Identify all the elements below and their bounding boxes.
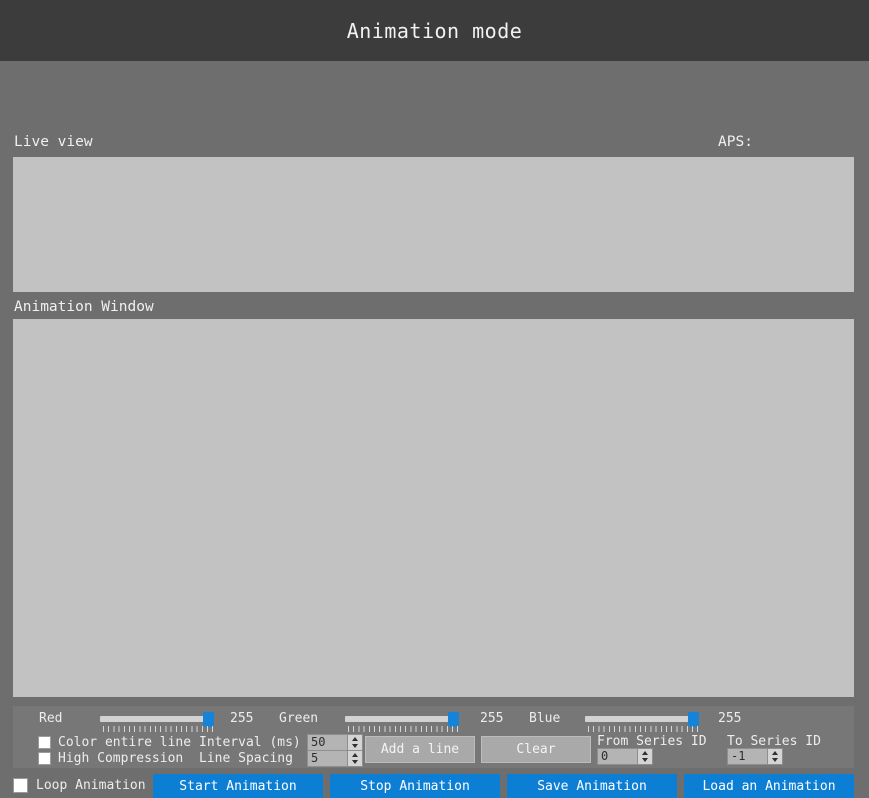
stepper-down-icon[interactable] <box>768 757 782 765</box>
red-slider-handle[interactable] <box>203 712 214 727</box>
stepper-down-icon[interactable] <box>638 757 652 765</box>
green-slider-label: Green <box>279 711 319 726</box>
title-bar: Animation mode <box>0 0 869 61</box>
line-spacing-value[interactable]: 5 <box>307 750 347 767</box>
interval-stepper[interactable] <box>347 734 363 751</box>
load-an-animation-button[interactable]: Load an Animation <box>684 774 854 798</box>
green-slider-handle[interactable] <box>448 712 459 727</box>
interval-value[interactable]: 50 <box>307 734 347 751</box>
from-series-id-value[interactable]: 0 <box>597 748 637 765</box>
from-series-id-spinbox[interactable]: 0 <box>597 748 653 765</box>
line-spacing-spinbox[interactable]: 5 <box>307 750 363 767</box>
red-slider-value: 255 <box>230 711 254 726</box>
from-series-id-label: From Series ID <box>597 734 707 749</box>
line-spacing-stepper[interactable] <box>347 750 363 767</box>
checkbox-box-icon[interactable] <box>38 736 51 749</box>
interval-spinbox[interactable]: 50 <box>307 734 363 751</box>
blue-slider-label: Blue <box>529 711 561 726</box>
save-animation-button[interactable]: Save Animation <box>507 774 677 798</box>
blue-slider-handle[interactable] <box>688 712 699 727</box>
start-animation-button[interactable]: Start Animation <box>153 774 323 798</box>
from-series-id-stepper[interactable] <box>637 748 653 765</box>
animation-window-canvas[interactable] <box>13 319 854 697</box>
blue-slider-groove <box>585 716 695 722</box>
blue-slider-ticks <box>588 726 698 732</box>
to-series-id-label: To Series ID <box>727 734 821 749</box>
stepper-up-icon[interactable] <box>348 751 362 759</box>
red-slider-groove <box>100 716 210 722</box>
checkbox-label: High Compression <box>58 751 184 766</box>
stepper-up-icon[interactable] <box>768 749 782 757</box>
green-slider-groove <box>345 716 455 722</box>
stepper-up-icon[interactable] <box>348 735 362 743</box>
to-series-id-stepper[interactable] <box>767 748 783 765</box>
page-title: Animation mode <box>346 18 523 43</box>
checkbox-box-icon[interactable] <box>38 752 51 765</box>
checkbox-loop-animation[interactable]: Loop Animation <box>13 778 146 793</box>
red-slider-ticks <box>103 726 213 732</box>
live-view-canvas[interactable] <box>13 157 854 292</box>
checkbox-high-compression[interactable]: High Compression <box>38 751 183 766</box>
stepper-down-icon[interactable] <box>348 743 362 751</box>
to-series-id-spinbox[interactable]: -1 <box>727 748 783 765</box>
clear-button[interactable]: Clear <box>481 736 591 763</box>
to-series-id-value[interactable]: -1 <box>727 748 767 765</box>
aps-label: APS: <box>718 134 753 150</box>
add-a-line-button[interactable]: Add a line <box>365 736 475 763</box>
animation-window-label: Animation Window <box>14 299 154 315</box>
checkbox-label: Loop Animation <box>36 778 146 793</box>
green-slider-ticks <box>348 726 458 732</box>
line-spacing-label: Line Spacing <box>199 751 293 766</box>
main-content: Live view APS: Animation Window Red 255 … <box>0 61 869 798</box>
stop-animation-button[interactable]: Stop Animation <box>330 774 500 798</box>
stepper-up-icon[interactable] <box>638 749 652 757</box>
stepper-down-icon[interactable] <box>348 759 362 767</box>
checkbox-box-icon[interactable] <box>13 778 28 793</box>
red-slider-label: Red <box>39 711 63 726</box>
green-slider-value: 255 <box>480 711 504 726</box>
blue-slider-value: 255 <box>718 711 742 726</box>
live-view-label: Live view <box>14 134 93 150</box>
